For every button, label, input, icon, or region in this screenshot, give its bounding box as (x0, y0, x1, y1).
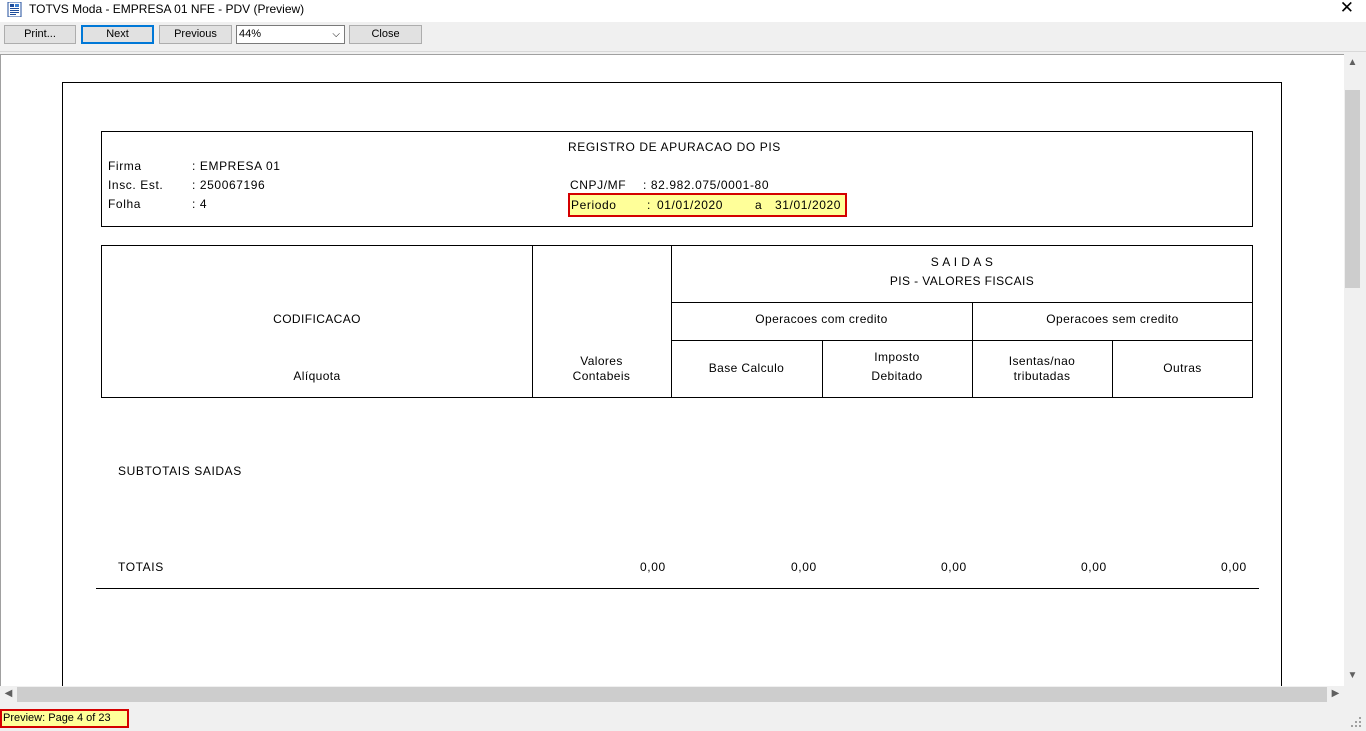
pis-valores-header: PIS - VALORES FISCAIS (889, 274, 1035, 288)
periodo-from: 01/01/2020 (657, 198, 724, 212)
zoom-select[interactable]: 44% ⌵ (236, 25, 345, 44)
valores-header-line2: Contabeis (572, 369, 631, 383)
imposto-header-line2: Debitado (871, 369, 923, 383)
folha-label: Folha (108, 197, 142, 211)
codificacao-header: CODIFICACAO (273, 312, 361, 326)
totais-outras: 0,00 (1221, 560, 1247, 574)
cnpj-value: : 82.982.075/0001-80 (643, 178, 770, 192)
report-header-box: REGISTRO DE APURACAO DO PIS Firma : EMPR… (101, 131, 1253, 227)
totais-isentas: 0,00 (1081, 560, 1107, 574)
sem-credito-header: Operacoes sem credito (1046, 312, 1179, 326)
report-page: REGISTRO DE APURACAO DO PIS Firma : EMPR… (62, 82, 1282, 686)
report-title: REGISTRO DE APURACAO DO PIS (568, 140, 781, 154)
status-bar: Preview: Page 4 of 23 (0, 705, 1366, 731)
scroll-down-arrow-icon[interactable]: ▼ (1344, 670, 1361, 681)
resize-grip-icon[interactable] (1350, 716, 1362, 728)
zoom-value: 44% (239, 28, 262, 40)
window-title: TOTVS Moda - EMPRESA 01 NFE - PDV (Previ… (29, 2, 305, 16)
periodo-label: Periodo (571, 198, 617, 212)
previous-button[interactable]: Previous (159, 25, 232, 44)
cnpj-label: CNPJ/MF (570, 178, 627, 192)
folha-value: : 4 (192, 197, 208, 211)
preview-viewport[interactable]: REGISTRO DE APURACAO DO PIS Firma : EMPR… (0, 54, 1344, 686)
base-calculo-header: Base Calculo (708, 361, 785, 375)
next-button[interactable]: Next (81, 25, 154, 44)
firma-value: : EMPRESA 01 (192, 159, 281, 173)
periodo-to: 31/01/2020 (775, 198, 842, 212)
outras-header: Outras (1163, 361, 1202, 375)
close-button[interactable]: Close (349, 25, 422, 44)
grid-divider (671, 340, 1253, 341)
page-status: Preview: Page 4 of 23 (0, 709, 129, 728)
totals-rule (96, 588, 1259, 589)
preview-toolbar: Print... Next Previous 44% ⌵ Close (0, 22, 1366, 52)
close-icon[interactable]: ✕ (1340, 0, 1354, 16)
firma-label: Firma (108, 159, 142, 173)
chevron-down-icon: ⌵ (332, 29, 340, 40)
title-bar: TOTVS Moda - EMPRESA 01 NFE - PDV (Previ… (0, 0, 1366, 22)
periodo-highlight: Periodo : 01/01/2020 a 31/01/2020 (568, 193, 847, 217)
vertical-scrollbar[interactable]: ▲ ▼ (1344, 54, 1361, 686)
isentas-header-line2: tributadas (1013, 369, 1071, 383)
horizontal-scroll-thumb[interactable] (17, 687, 1327, 702)
insc-label: Insc. Est. (108, 178, 164, 192)
scroll-right-arrow-icon[interactable]: ▶ (1327, 688, 1344, 699)
saidas-table-header: CODIFICACAO Alíquota Valores Contabeis S… (101, 245, 1253, 398)
horizontal-scrollbar[interactable]: ◀ ▶ (0, 686, 1344, 703)
app-report-icon (7, 2, 22, 17)
subtotais-label: SUBTOTAIS SAIDAS (118, 464, 242, 478)
print-button[interactable]: Print... (4, 25, 76, 44)
grid-divider (671, 302, 1253, 303)
com-credito-header: Operacoes com credito (755, 312, 888, 326)
insc-value: : 250067196 (192, 178, 266, 192)
scroll-left-arrow-icon[interactable]: ◀ (0, 688, 17, 699)
periodo-sep: : (647, 198, 651, 212)
periodo-a: a (755, 198, 763, 212)
saidas-header: S A I D A S (930, 255, 994, 269)
scroll-up-arrow-icon[interactable]: ▲ (1344, 57, 1361, 68)
aliquota-header: Alíquota (293, 369, 341, 383)
totais-base-calculo: 0,00 (791, 560, 817, 574)
totais-label: TOTAIS (118, 560, 164, 574)
totais-imposto-debitado: 0,00 (941, 560, 967, 574)
imposto-header-line1: Imposto (874, 350, 920, 364)
vertical-scroll-thumb[interactable] (1345, 90, 1360, 288)
totais-valores-contabeis: 0,00 (640, 560, 666, 574)
